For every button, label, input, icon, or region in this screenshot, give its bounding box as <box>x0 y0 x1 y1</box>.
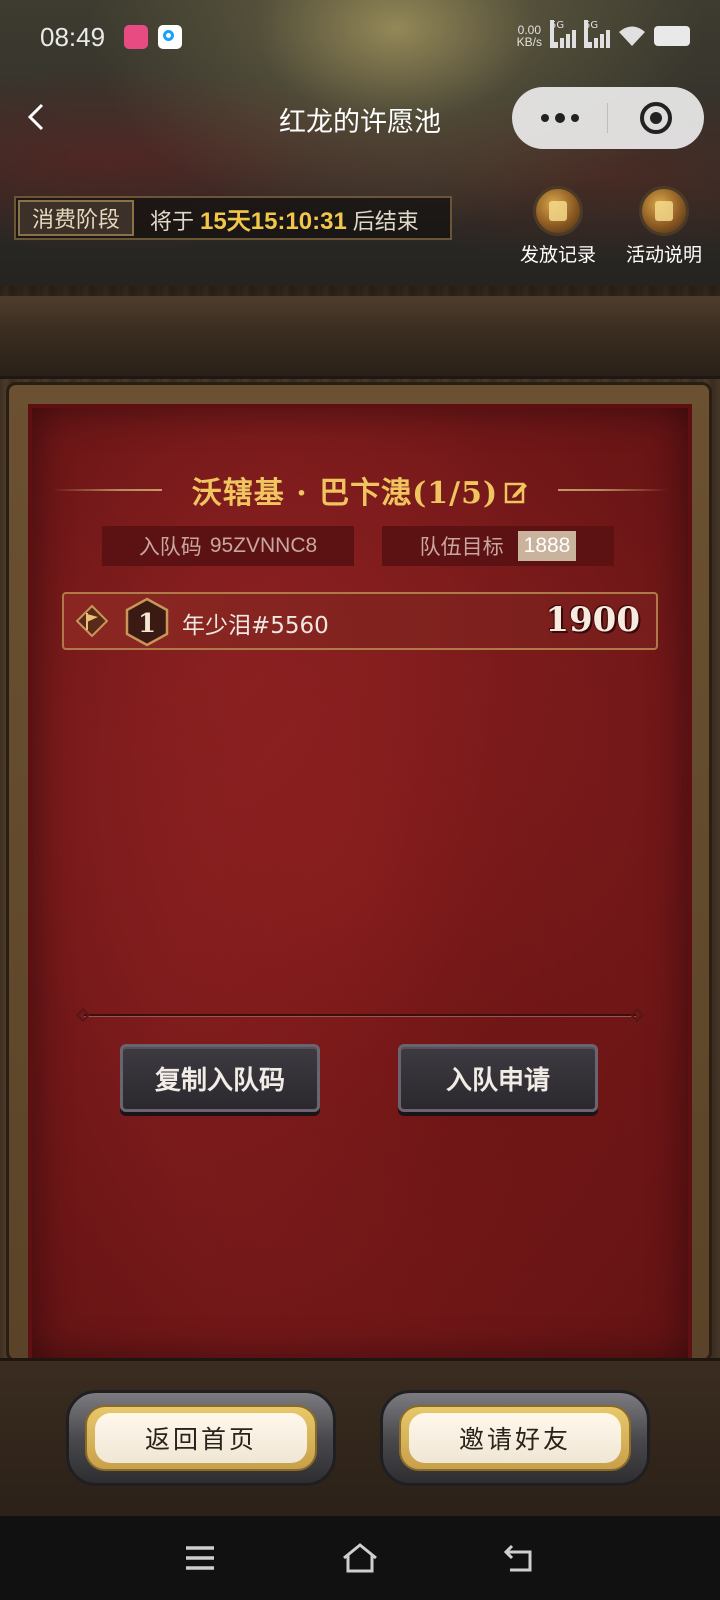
join-request-button[interactable]: 入队申请 <box>398 1044 598 1112</box>
close-mini-program-icon[interactable] <box>608 87 703 149</box>
invite-friends-button[interactable]: 邀请好友 <box>380 1390 650 1486</box>
app-notification-icon <box>124 25 148 49</box>
phase-suffix: 后结束 <box>352 209 419 235</box>
phase-countdown-bar: 消费阶段 将于 15天15:10:31 后结束 <box>14 196 452 240</box>
signal-icon: 5G <box>550 20 576 48</box>
phase-tag: 消费阶段 <box>18 200 135 236</box>
nav-bar: 红龙的许愿池 <box>0 86 720 150</box>
leader-flag-icon <box>76 605 108 637</box>
status-indicators: 0.00 KB/s 5G 5G <box>517 20 690 48</box>
rules-book-icon <box>639 186 689 236</box>
member-name: 年少泪#5560 <box>182 613 329 639</box>
search-app-notification-icon <box>158 25 182 49</box>
countdown-timer: 15天15:10:31 <box>200 207 347 235</box>
team-goal-value: 1888 <box>517 531 577 561</box>
menu-icon[interactable] <box>180 1540 220 1576</box>
battery-icon <box>654 26 690 46</box>
section-divider <box>75 1007 645 1023</box>
team-goal-label: 队伍目标 <box>419 535 504 559</box>
scroll-icon <box>533 186 583 236</box>
team-title: 沃辖基 · 巴卞漶(1/5) <box>52 468 668 512</box>
home-icon[interactable] <box>340 1540 380 1576</box>
mini-program-capsule <box>512 87 704 149</box>
invite-friends-label: 邀请好友 <box>409 1413 621 1463</box>
member-rank: 1 <box>138 609 156 639</box>
status-bar: 08:49 0.00 KB/s 5G 5G <box>0 0 720 76</box>
status-time: 08:49 <box>40 22 106 52</box>
back-home-label: 返回首页 <box>95 1413 307 1463</box>
network-speed-unit: KB/s <box>516 35 542 49</box>
rank-badge-icon: 1 <box>125 597 169 647</box>
team-code-label: 入队码 <box>138 535 202 559</box>
system-navigation-bar <box>0 1516 720 1600</box>
network-speed: 0.00 KB/s <box>517 24 542 48</box>
back-icon[interactable] <box>500 1540 540 1576</box>
event-rules-link[interactable]: 活动说明 <box>616 186 712 267</box>
edit-icon[interactable] <box>504 480 528 504</box>
wifi-icon <box>619 26 645 46</box>
distribution-records-label: 发放记录 <box>519 244 596 266</box>
back-home-button[interactable]: 返回首页 <box>66 1390 336 1486</box>
team-goal-chip: 队伍目标 1888 <box>382 526 614 566</box>
phase-text: 将于 15天15:10:31 后结束 <box>150 201 419 236</box>
distribution-records-link[interactable]: 发放记录 <box>510 186 606 267</box>
copy-team-code-button[interactable]: 复制入队码 <box>120 1044 320 1112</box>
member-row: 1 年少泪#5560 1900 <box>62 592 658 650</box>
wood-beam <box>0 296 720 379</box>
member-score: 1900 <box>545 600 640 640</box>
team-title-row: 沃辖基 · 巴卞漶(1/5) <box>52 468 668 512</box>
team-code-value: 95ZVNNC8 <box>209 534 318 557</box>
phase-prefix: 将于 <box>150 209 195 235</box>
signal-icon: 5G <box>584 20 610 48</box>
team-code-chip: 入队码 95ZVNNC8 <box>102 526 354 566</box>
team-name: 沃辖基 · 巴卞漶(1/5) <box>191 476 499 511</box>
event-rules-label: 活动说明 <box>625 244 702 266</box>
more-options-icon[interactable] <box>512 87 607 149</box>
